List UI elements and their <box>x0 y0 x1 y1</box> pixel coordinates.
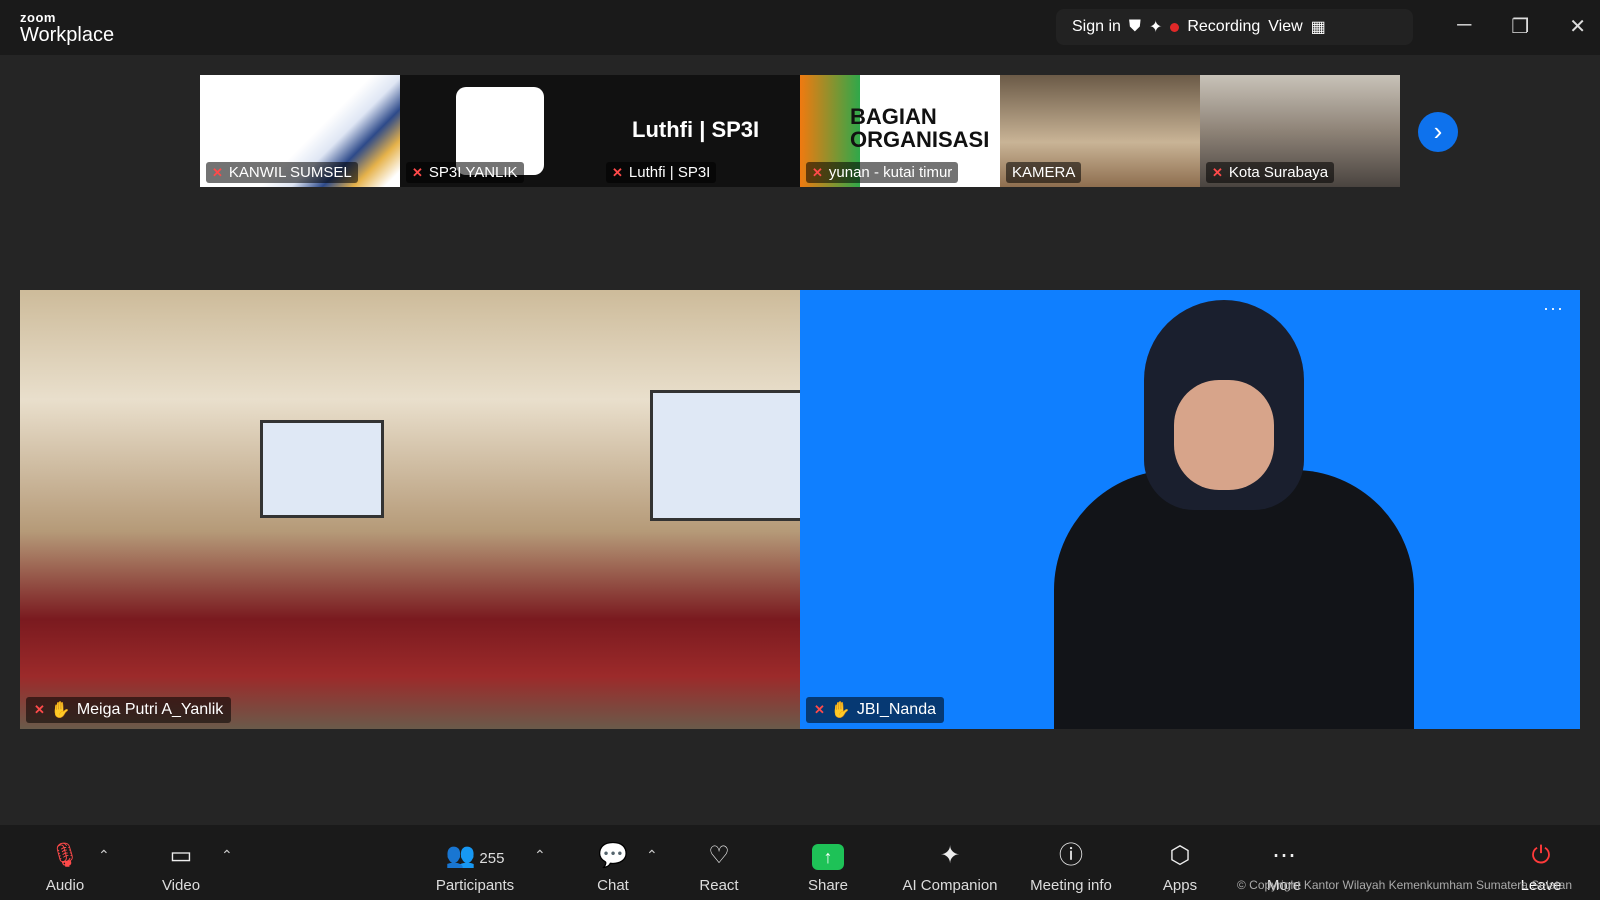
apps-button[interactable]: ⬡ Apps <box>1160 841 1200 894</box>
minimize-button[interactable]: ─ <box>1457 14 1471 39</box>
ai-companion-label: AI Companion <box>902 877 998 894</box>
chevron-right-icon: › <box>1433 116 1443 146</box>
react-button[interactable]: ♡ React <box>696 841 742 894</box>
mic-muted-icon: ✕ <box>612 164 623 180</box>
thumbnail-tile[interactable]: ✕ Kota Surabaya <box>1200 75 1400 187</box>
participant-name: yunan - kutai timur <box>828 164 953 181</box>
mic-muted-icon: ✕ <box>814 702 825 717</box>
participant-name: SP3I YANLIK <box>428 164 518 181</box>
thumbnail-strip: ✕ KANWIL SUMSEL ✕ SP3I YANLIK Luthfi | S… <box>200 75 1400 187</box>
grid-icon[interactable]: ▦ <box>1311 17 1326 37</box>
camera-icon: ▭ <box>169 842 193 869</box>
mic-muted-icon: ✕ <box>812 164 823 180</box>
video-options-caret-icon[interactable]: ⌃ <box>221 847 233 864</box>
close-button[interactable]: ✕ <box>1569 14 1586 39</box>
participant-name: KAMERA <box>1012 164 1076 181</box>
video-label: Video <box>161 877 201 894</box>
participants-count: 255 <box>479 850 505 867</box>
thumbnail-tile[interactable]: ✕ KANWIL SUMSEL <box>200 75 400 187</box>
share-arrow-icon: ↑ <box>812 844 844 870</box>
audio-button[interactable]: 🎙 Audio <box>42 841 88 894</box>
top-controls: Sign in ⛊ ✦ Recording View ▦ <box>1056 9 1413 45</box>
participants-caret-icon[interactable]: ⌃ <box>534 847 546 864</box>
apps-label: Apps <box>1162 877 1198 894</box>
mic-muted-icon: ✕ <box>1212 164 1223 180</box>
chat-caret-icon[interactable]: ⌃ <box>646 847 658 864</box>
mic-muted-icon: ✕ <box>412 164 423 180</box>
thumbnail-tile[interactable]: KAMERA <box>1000 75 1200 187</box>
sign-in-button[interactable]: Sign in <box>1072 18 1121 36</box>
react-label: React <box>699 877 739 894</box>
thumbnail-label: ✕ Luthfi | SP3I <box>606 162 717 183</box>
audio-options-caret-icon[interactable]: ⌃ <box>98 847 110 864</box>
participants-button[interactable]: 👥 255 Participants <box>430 841 520 894</box>
mic-muted-icon: ✕ <box>34 702 45 717</box>
microphone-muted-icon: 🎙 <box>49 842 81 869</box>
speaker-face <box>1174 380 1274 490</box>
room-screen <box>650 390 800 521</box>
meeting-info-button[interactable]: ⓘ Meeting info <box>1024 841 1118 894</box>
avatar-name-text: Luthfi | SP3I <box>632 117 760 142</box>
leave-icon: ⏻ <box>1531 842 1551 869</box>
participants-icon: 👥 <box>445 842 476 869</box>
audio-label: Audio <box>45 877 85 894</box>
raise-hand-icon: ✋ <box>50 702 71 719</box>
share-icon-wrap: ↑ <box>805 841 851 871</box>
recording-label[interactable]: Recording <box>1187 18 1260 36</box>
title-bar: zoom Workplace Sign in ⛊ ✦ Recording Vie… <box>0 0 1600 55</box>
thumbnail-tile[interactable]: Luthfi | SP3I ✕ Luthfi | SP3I <box>600 75 800 187</box>
window-controls: ─ ❐ ✕ <box>1457 14 1586 39</box>
tile-label: ✕ ✋ JBI_Nanda <box>806 697 944 723</box>
thumbnail-label: ✕ SP3I YANLIK <box>406 162 524 183</box>
apps-icon: ⬡ <box>1169 842 1191 869</box>
heart-icon: ♡ <box>708 842 730 869</box>
zoom-logo: zoom Workplace <box>20 11 114 45</box>
thumbnail-label: ✕ yunan - kutai timur <box>806 162 959 183</box>
thumbnail-label: ✕ Kota Surabaya <box>1206 162 1335 183</box>
recording-dot-icon <box>1170 22 1180 32</box>
mic-muted-icon: ✕ <box>212 164 223 180</box>
restore-button[interactable]: ❐ <box>1511 14 1529 39</box>
raise-hand-icon: ✋ <box>830 702 851 719</box>
meeting-info-label: Meeting info <box>1030 877 1112 894</box>
participants-icon-wrap: 👥 255 <box>430 841 520 871</box>
view-button[interactable]: View <box>1268 18 1302 36</box>
brand-small: zoom <box>20 10 56 25</box>
chat-button[interactable]: 💬 Chat <box>590 841 636 894</box>
room-screen <box>260 420 384 518</box>
ai-sparkle-icon: ✦ <box>939 842 961 869</box>
share-button[interactable]: ↑ Share <box>805 841 851 894</box>
speaker-video <box>1054 300 1414 729</box>
thumbnail-tile[interactable]: BAGIAN ORGANISASI ✕ yunan - kutai timur <box>800 75 1000 187</box>
copyright-watermark: © Copyright Kantor Wilayah Kemenkumham S… <box>1237 878 1572 892</box>
thumbnail-label: KAMERA <box>1006 162 1082 183</box>
chat-label: Chat <box>597 877 629 894</box>
participant-name: Luthfi | SP3I <box>628 164 711 181</box>
thumbnail-tile[interactable]: ✕ SP3I YANLIK <box>400 75 600 187</box>
video-tile-room[interactable]: ✕ ✋ Meiga Putri A_Yanlik <box>20 290 800 729</box>
participant-name: Meiga Putri A_Yanlik <box>76 701 224 718</box>
share-label: Share <box>807 877 849 894</box>
chat-icon: 💬 <box>598 842 628 869</box>
thumbnail-label: ✕ KANWIL SUMSEL <box>206 162 358 183</box>
participant-name: Kota Surabaya <box>1228 164 1329 181</box>
video-tile-speaker[interactable]: ··· ✕ ✋ JBI_Nanda <box>800 290 1580 729</box>
participant-name: KANWIL SUMSEL <box>228 164 352 181</box>
participant-name: JBI_Nanda <box>856 701 936 718</box>
more-dots-icon: ⋯ <box>1272 842 1296 869</box>
brand-big: Workplace <box>20 24 115 46</box>
more-options-icon[interactable]: ··· <box>1543 298 1564 319</box>
video-button[interactable]: ▭ Video <box>158 841 204 894</box>
participants-label: Participants <box>435 877 515 894</box>
organization-text: BAGIAN ORGANISASI <box>850 104 990 153</box>
sparkle-icon[interactable]: ✦ <box>1149 17 1162 37</box>
info-icon: ⓘ <box>1059 842 1083 869</box>
tile-label: ✕ ✋ Meiga Putri A_Yanlik <box>26 697 232 723</box>
ai-companion-button[interactable]: ✦ AI Companion <box>898 841 1002 894</box>
next-page-button[interactable]: › <box>1418 112 1458 152</box>
security-shield-icon[interactable]: ⛊ <box>1129 18 1141 36</box>
